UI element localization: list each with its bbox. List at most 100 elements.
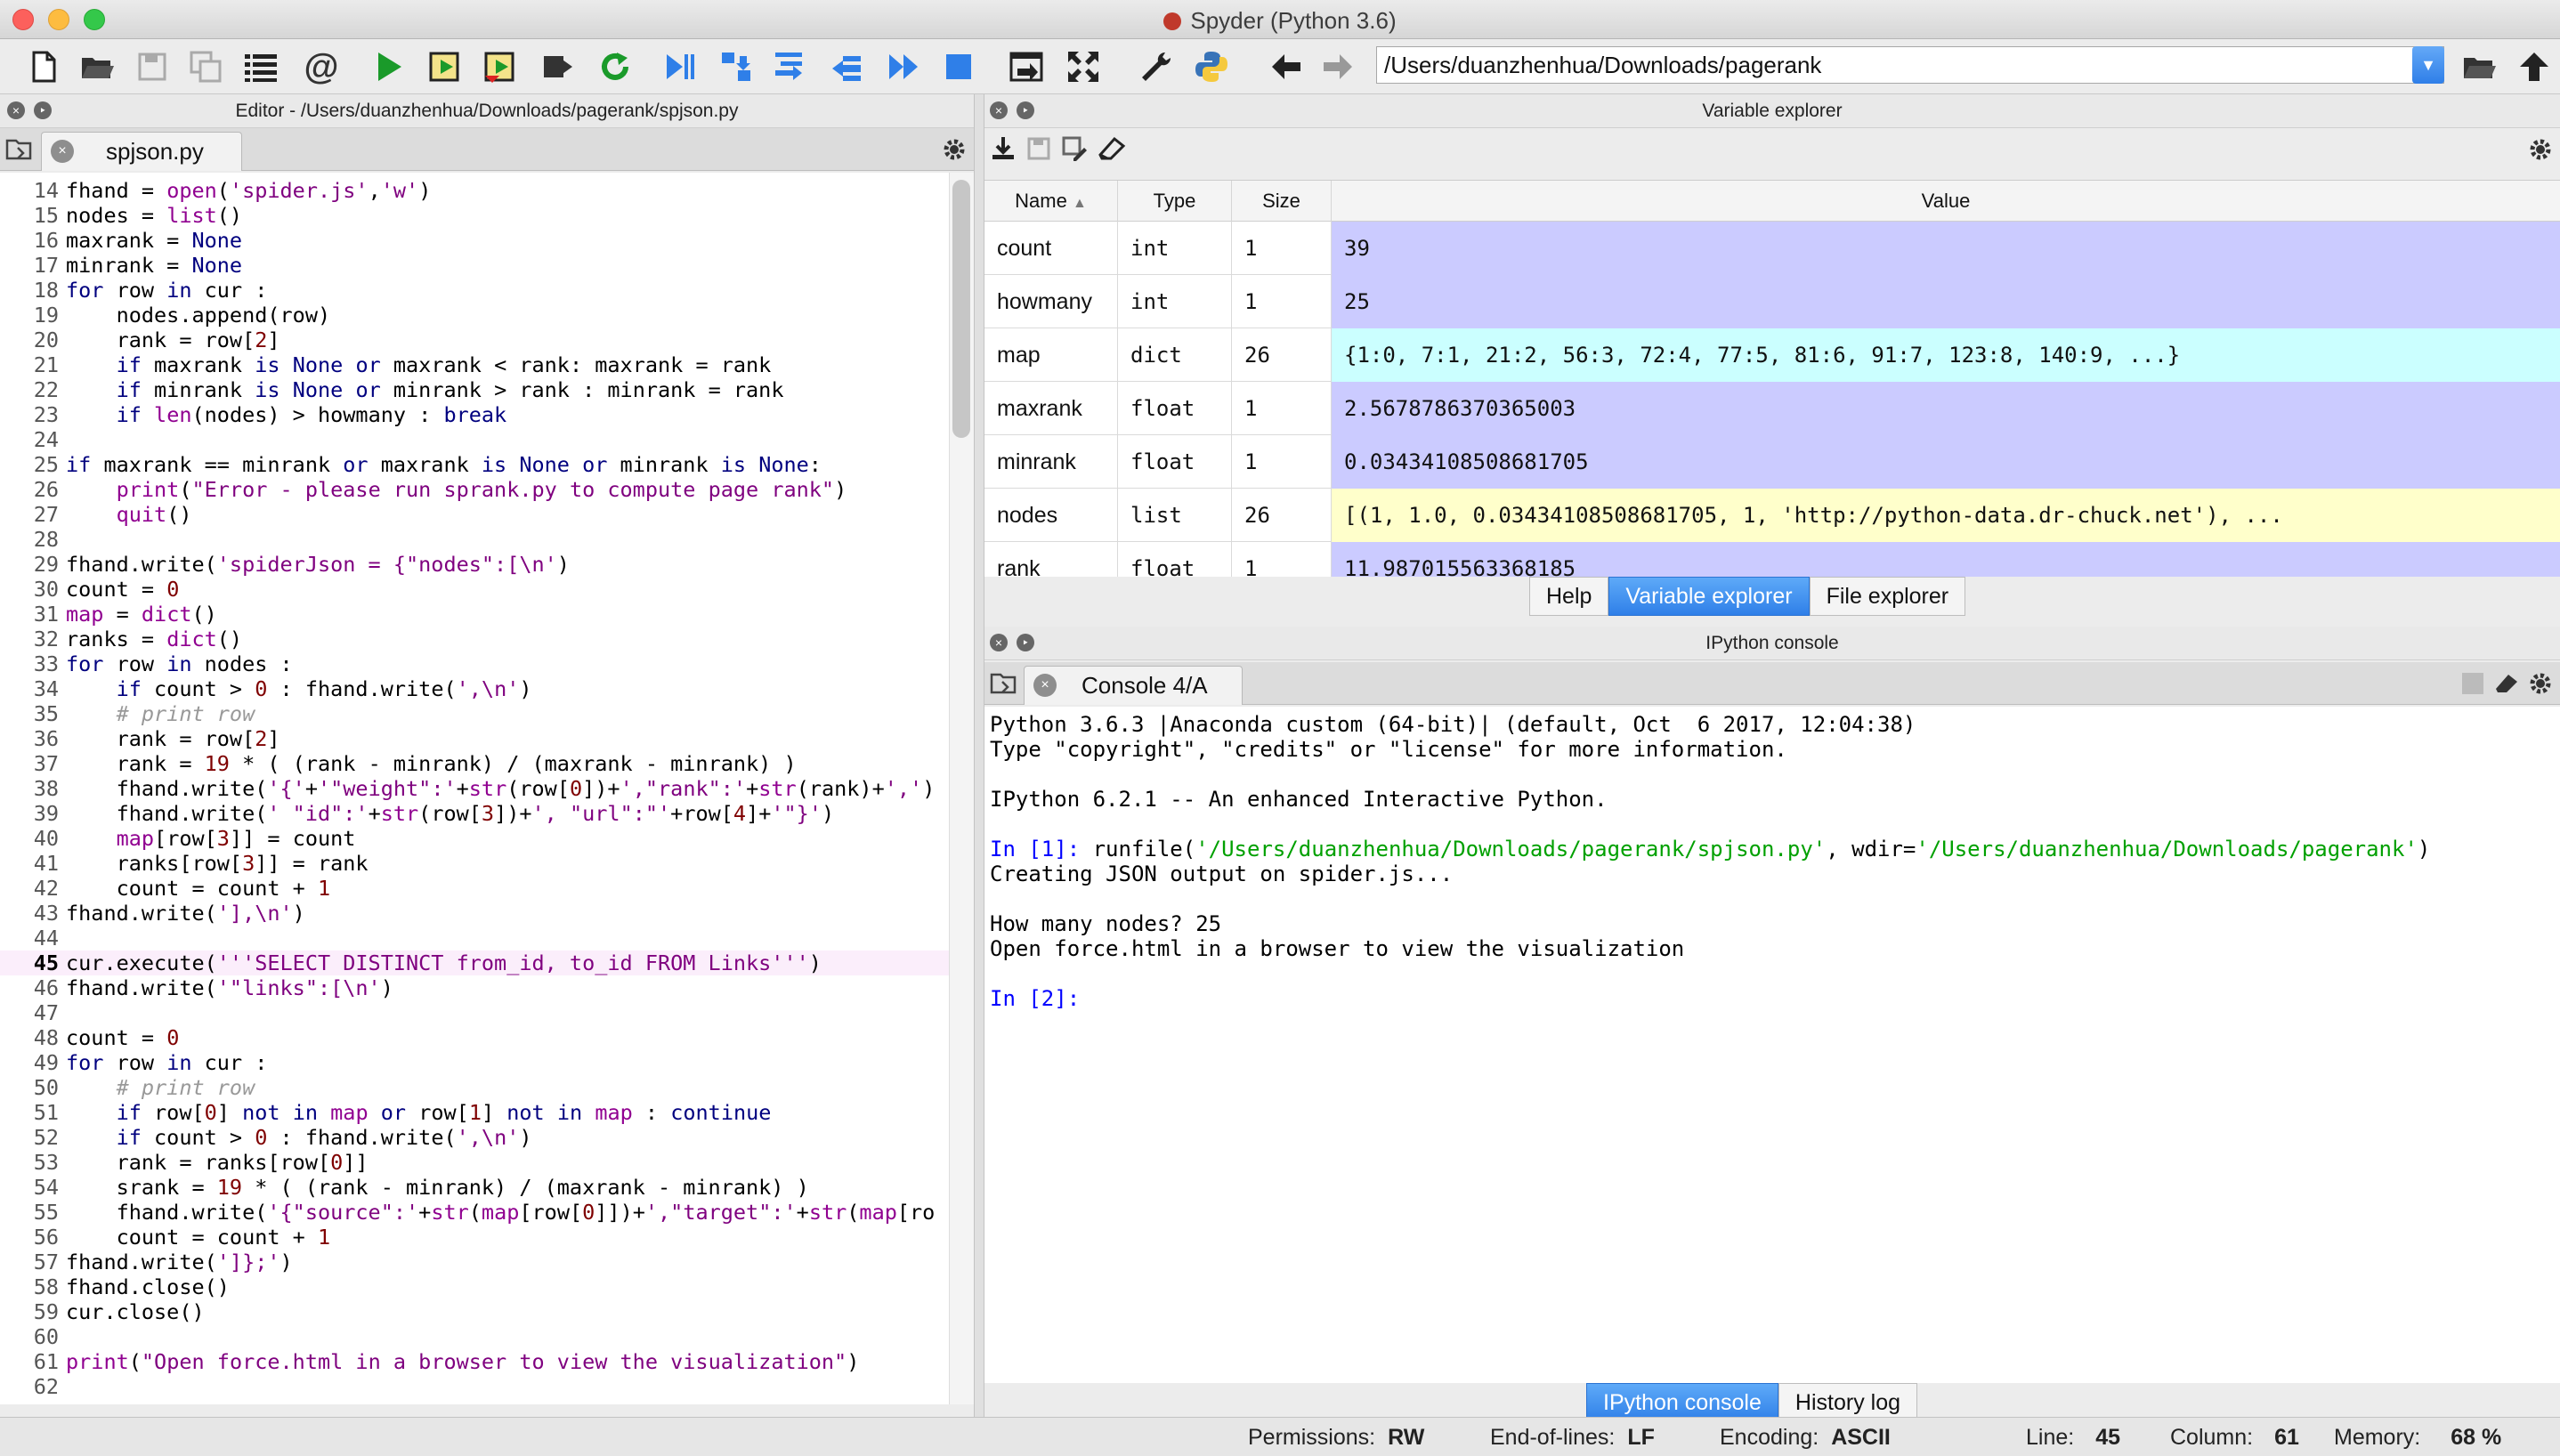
code-line[interactable]: 50 # print row <box>0 1075 949 1100</box>
code-line[interactable]: 38 fhand.write('{'+'"weight":'+str(row[0… <box>0 776 949 801</box>
browse-tabs-icon[interactable] <box>990 671 1017 696</box>
gear-icon[interactable] <box>2528 137 2553 162</box>
browse-tabs-icon[interactable] <box>5 137 32 162</box>
code-line[interactable]: 17 minrank = None <box>0 253 949 278</box>
close-tab-icon[interactable]: × <box>1033 674 1057 697</box>
code-line[interactable]: 25 if maxrank == minrank or maxrank is No… <box>0 452 949 477</box>
new-file-icon[interactable] <box>21 44 66 89</box>
stop-console-icon[interactable] <box>2462 673 2483 694</box>
code-line[interactable]: 21 if maxrank is None or maxrank < rank:… <box>0 352 949 377</box>
code-line[interactable]: 58 fhand.close() <box>0 1274 949 1299</box>
gear-icon[interactable] <box>942 137 967 162</box>
eraser-icon[interactable] <box>1097 135 1127 162</box>
code-line[interactable]: 59 cur.close() <box>0 1299 949 1324</box>
code-line[interactable]: 49 for row in cur : <box>0 1050 949 1075</box>
scrollbar-thumb[interactable] <box>952 180 970 438</box>
table-row[interactable]: map dict 26 {1:0, 7:1, 21:2, 56:3, 72:4, 77… <box>984 328 2560 382</box>
close-pane-icon[interactable]: × <box>990 101 1008 119</box>
code-line[interactable]: 43 fhand.write('],\n') <box>0 901 949 926</box>
code-line[interactable]: 61 print("Open force.html in a browser to… <box>0 1349 949 1374</box>
at-icon[interactable]: @ <box>299 44 344 89</box>
open-file-icon[interactable] <box>75 44 119 89</box>
step-into-icon[interactable] <box>767 44 812 89</box>
tab-file-explorer[interactable]: File explorer <box>1809 577 1966 616</box>
var-value[interactable]: {1:0, 7:1, 21:2, 56:3, 72:4, 77:5, 81:6,… <box>1332 328 2560 382</box>
code-line[interactable]: 53 rank = ranks[row[0]] <box>0 1150 949 1175</box>
var-value[interactable]: 2.5678786370365003 <box>1332 382 2560 435</box>
outline-icon[interactable] <box>239 44 283 89</box>
close-pane-icon[interactable]: × <box>990 634 1008 651</box>
table-row[interactable]: rank float 1 11.987015563368185 <box>984 542 2560 577</box>
step-return-icon[interactable] <box>824 44 869 89</box>
maximize-pane-icon[interactable] <box>1004 44 1049 89</box>
code-line[interactable]: 20 rank = row[2] <box>0 328 949 352</box>
step-icon[interactable] <box>714 44 758 89</box>
debug-icon[interactable] <box>657 44 701 89</box>
column-name[interactable]: Name ▲ <box>984 181 1118 222</box>
code-line[interactable]: 23 if len(nodes) > howmany : break <box>0 402 949 427</box>
code-line[interactable]: 62 <box>0 1374 949 1399</box>
code-line[interactable]: 34 if count > 0 : fhand.write(',\n') <box>0 676 949 701</box>
code-line[interactable]: 14 fhand = open('spider.js','w') <box>0 178 949 203</box>
save-all-icon[interactable] <box>183 44 228 89</box>
var-value[interactable]: 0.03434108508681705 <box>1332 435 2560 489</box>
table-row[interactable]: howmany int 1 25 <box>984 275 2560 328</box>
close-pane-icon[interactable]: × <box>7 101 25 119</box>
pane-splitter[interactable] <box>974 94 984 1417</box>
save-data-icon[interactable] <box>1025 135 1052 162</box>
code-line[interactable]: 57 fhand.write(']};') <box>0 1250 949 1274</box>
fullscreen-icon[interactable] <box>1061 44 1106 89</box>
continue-icon[interactable] <box>881 44 926 89</box>
code-line[interactable]: 40 map[row[3]] = count <box>0 826 949 851</box>
var-value[interactable]: [(1, 1.0, 0.03434108508681705, 1, 'http:… <box>1332 489 2560 542</box>
code-line[interactable]: 19 nodes.append(row) <box>0 303 949 328</box>
eraser-icon[interactable] <box>2492 671 2521 696</box>
browse-folder-icon[interactable] <box>2457 44 2501 89</box>
column-size[interactable]: Size <box>1232 181 1332 222</box>
code-line[interactable]: 42 count = count + 1 <box>0 876 949 901</box>
var-value[interactable]: 25 <box>1332 275 2560 328</box>
code-line[interactable]: 52 if count > 0 : fhand.write(',\n') <box>0 1125 949 1150</box>
table-row[interactable]: minrank float 1 0.03434108508681705 <box>984 435 2560 489</box>
code-line[interactable]: 41 ranks[row[3]] = rank <box>0 851 949 876</box>
code-line[interactable]: 60 <box>0 1324 949 1349</box>
code-line[interactable]: 55 fhand.write('{"source":'+str(map[row[… <box>0 1200 949 1225</box>
parent-folder-icon[interactable] <box>2512 44 2556 89</box>
editor-scrollbar[interactable] <box>949 173 974 1404</box>
code-line[interactable]: 31 map = dict() <box>0 602 949 627</box>
code-line[interactable]: 15 nodes = list() <box>0 203 949 228</box>
column-type[interactable]: Type <box>1118 181 1232 222</box>
code-line[interactable]: 27 quit() <box>0 502 949 527</box>
code-line[interactable]: 29 fhand.write('spiderJson = {"nodes":[\n… <box>0 552 949 577</box>
undock-pane-icon[interactable]: ‣ <box>34 101 52 119</box>
code-line[interactable]: 35 # print row <box>0 701 949 726</box>
code-line[interactable]: 26 print("Error - please run sprank.py t… <box>0 477 949 502</box>
table-row[interactable]: maxrank float 1 2.5678786370365003 <box>984 382 2560 435</box>
code-line[interactable]: 54 srank = 19 * ( (rank - minrank) / (ma… <box>0 1175 949 1200</box>
tab-variable-explorer[interactable]: Variable explorer <box>1608 577 1810 616</box>
gear-icon[interactable] <box>2528 671 2553 696</box>
run-icon[interactable] <box>367 44 411 89</box>
rerun-icon[interactable] <box>593 44 637 89</box>
table-row[interactable]: nodes list 26 [(1, 1.0, 0.03434108508681705… <box>984 489 2560 542</box>
code-line[interactable]: 37 rank = 19 * ( (rank - minrank) / (max… <box>0 751 949 776</box>
var-value[interactable]: 11.987015563368185 <box>1332 542 2560 577</box>
run-cell-icon[interactable] <box>424 44 468 89</box>
back-icon[interactable] <box>1264 44 1308 89</box>
console-output[interactable]: Python 3.6.3 |Anaconda custom (64-bit)| … <box>984 707 2560 1383</box>
run-selection-icon[interactable] <box>536 44 580 89</box>
run-cell-advance-icon[interactable] <box>479 44 523 89</box>
import-data-icon[interactable] <box>990 135 1017 162</box>
save-icon[interactable] <box>130 44 174 89</box>
code-line[interactable]: 36 rank = row[2] <box>0 726 949 751</box>
tab-console[interactable]: × Console 4/A <box>1024 666 1243 705</box>
save-data-as-icon[interactable] <box>1061 135 1088 162</box>
code-line[interactable]: 16 maxrank = None <box>0 228 949 253</box>
code-line[interactable]: 51 if row[0] not in map or row[1] not in… <box>0 1100 949 1125</box>
stop-icon[interactable] <box>936 44 981 89</box>
wrench-icon[interactable] <box>1134 44 1179 89</box>
code-line[interactable]: 22 if minrank is None or minrank > rank … <box>0 377 949 402</box>
python-path-icon[interactable] <box>1189 44 1234 89</box>
tab-help[interactable]: Help <box>1529 577 1609 616</box>
forward-icon[interactable] <box>1316 44 1360 89</box>
